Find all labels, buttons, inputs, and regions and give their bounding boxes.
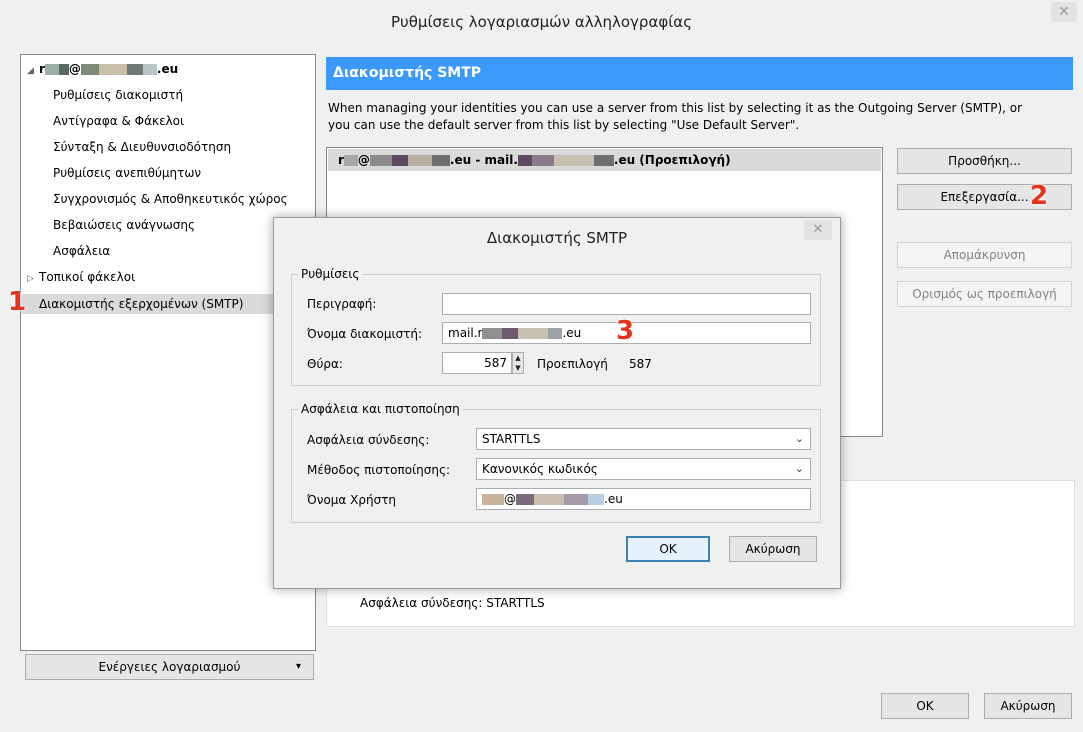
dialog-ok-button[interactable]: OK [626, 536, 710, 562]
expand-arrow-icon[interactable]: ▷ [27, 269, 39, 289]
tree-item-sync-storage[interactable]: Συγχρονισμός & Αποθηκευτικός χώρος [53, 189, 288, 209]
tree-item-junk-settings[interactable]: Ρυθμίσεις ανεπιθύμητων [53, 163, 201, 183]
redacted-block [534, 494, 564, 505]
add-server-button[interactable]: Προσθήκη... [897, 148, 1072, 174]
step-badge-2: 2 [1030, 181, 1049, 211]
redacted-block [126, 64, 143, 75]
tree-item-copies-folders[interactable]: Αντίγραφα & Φάκελοι [53, 111, 184, 131]
server-name-suffix: .eu [562, 326, 582, 340]
default-port-value: 587 [629, 357, 652, 371]
pane-description-line2: you can use the default server from this… [328, 118, 800, 132]
username-suffix: .eu [604, 492, 623, 506]
redacted-block [407, 155, 432, 166]
account-tree[interactable]: ◢ r @ .eu Ρυθμίσεις διακομιστή Αντίγραφα & … [20, 54, 316, 651]
default-port-label: Προεπιλογή [537, 357, 608, 371]
redacted-block [482, 328, 503, 339]
tree-item-local-folders[interactable]: ▷ Τοπικοί φάκελοι [27, 267, 135, 287]
ok-button[interactable]: OK [881, 693, 969, 719]
port-label: Θύρα: [307, 357, 343, 371]
redacted-block [98, 64, 127, 75]
set-default-server-button[interactable]: Ορισμός ως προεπιλογή [897, 281, 1072, 307]
account-name-at: @ [68, 62, 81, 76]
server-name-prefix: mail.r [448, 326, 483, 340]
stepper-down-icon[interactable]: ▼ [513, 363, 523, 373]
description-input[interactable] [442, 293, 811, 315]
details-security-value: STARTTLS [486, 596, 545, 610]
smtp-item-label: Διακομιστής εξερχομένων (SMTP) [39, 297, 244, 311]
chevron-down-icon: ⌄ [794, 432, 804, 445]
username-input[interactable]: @ .eu [476, 488, 811, 510]
redacted-block [431, 155, 450, 166]
server-row-text: @ [357, 153, 370, 167]
conn-security-label: Ασφάλεια σύνδεσης: [307, 433, 430, 447]
redacted-block [391, 155, 408, 166]
tree-item-composition[interactable]: Σύνταξη & Διευθυνσιοδότηση [53, 137, 231, 157]
window-titlebar: Ρυθμίσεις λογαριασμών αλληλογραφίας [0, 0, 1083, 44]
pane-description: When managing your identities you can us… [328, 100, 1068, 134]
chevron-down-icon: ⌄ [794, 462, 804, 475]
remove-server-button[interactable]: Απομάκρυνση [897, 242, 1072, 268]
smtp-server-dialog: Διακομιστής SMTP ✕ Ρυθμίσεις Περιγραφή: … [273, 217, 841, 589]
redacted-block [518, 328, 549, 339]
stepper-up-icon[interactable]: ▲ [513, 353, 523, 363]
conn-security-select[interactable]: STARTTLS ⌄ [476, 428, 811, 450]
redacted-block [44, 64, 59, 75]
account-name-suffix: .eu [156, 62, 179, 76]
edit-server-label: Επεξεργασία... [940, 190, 1029, 204]
auth-method-label: Μέθοδος πιστοποίησης: [307, 463, 451, 477]
dialog-title: Διακομιστής SMTP [486, 229, 628, 247]
tree-item-security[interactable]: Ασφάλεια [53, 241, 110, 261]
auth-method-value: Κανονικός κωδικός [482, 462, 598, 476]
details-security-line: Ασφάλεια σύνδεσης: STARTTLS [360, 596, 545, 610]
pane-description-line1: When managing your identities you can us… [328, 101, 1023, 115]
security-group-legend: Ασφάλεια και πιστοποίηση [298, 402, 463, 416]
username-at: @ [504, 492, 516, 506]
server-name-label: Όνομα διακομιστή: [307, 327, 423, 341]
description-label: Περιγραφή: [307, 297, 377, 311]
tree-item-return-receipts[interactable]: Βεβαιώσεις ανάγνωσης [53, 215, 195, 235]
dialog-close-button[interactable]: ✕ [804, 220, 832, 240]
port-input[interactable]: 587 [442, 352, 512, 374]
redacted-block [58, 64, 69, 75]
conn-security-value: STARTTLS [482, 432, 541, 446]
port-stepper[interactable]: ▲ ▼ [512, 352, 524, 374]
local-folders-label: Τοπικοί φάκελοι [39, 270, 136, 284]
redacted-block [593, 155, 614, 166]
redacted-block [564, 494, 588, 505]
redacted-block [502, 328, 519, 339]
step-badge-1: 1 [8, 287, 27, 317]
redacted-block [517, 155, 532, 166]
redacted-block [369, 155, 392, 166]
tree-item-server-settings[interactable]: Ρυθμίσεις διακομιστή [53, 85, 183, 105]
redacted-block [80, 64, 99, 75]
dialog-cancel-button[interactable]: Ακύρωση [729, 536, 817, 562]
server-row-text: .eu (Προεπιλογή) [613, 153, 731, 167]
pane-header: Διακομιστής SMTP [326, 57, 1073, 90]
server-row-text: .eu - mail. [449, 153, 518, 167]
settings-group-legend: Ρυθμίσεις [298, 267, 363, 281]
window-close-button[interactable]: ✕ [1051, 2, 1077, 22]
tree-account-root[interactable]: ◢ r @ .eu [27, 59, 178, 79]
auth-method-select[interactable]: Κανονικός κωδικός ⌄ [476, 458, 811, 480]
redacted-block [482, 494, 504, 505]
smtp-server-row[interactable]: r @ .eu - mail. .eu (Προεπιλογή) [328, 149, 881, 171]
redacted-block [548, 328, 563, 339]
account-actions-button[interactable]: Ενέργειες λογαριασμού ▾ [25, 654, 314, 680]
collapse-arrow-icon[interactable]: ◢ [27, 61, 39, 81]
username-label: Όνομα Χρήστη [307, 493, 397, 507]
window-title: Ρυθμίσεις λογαριασμών αλληλογραφίας [391, 13, 692, 31]
dropdown-caret-icon: ▾ [295, 661, 301, 672]
redacted-block [531, 155, 554, 166]
redacted-block [553, 155, 594, 166]
details-security-label: Ασφάλεια σύνδεσης: [360, 596, 483, 610]
redacted-block [142, 64, 157, 75]
redacted-block [343, 155, 358, 166]
tree-item-smtp[interactable]: Διακομιστής εξερχομένων (SMTP) [21, 294, 315, 314]
redacted-block [516, 494, 534, 505]
cancel-button[interactable]: Ακύρωση [984, 693, 1072, 719]
redacted-block [588, 494, 604, 505]
account-actions-label: Ενέργειες λογαριασμού [98, 660, 241, 674]
step-badge-3: 3 [616, 316, 635, 346]
